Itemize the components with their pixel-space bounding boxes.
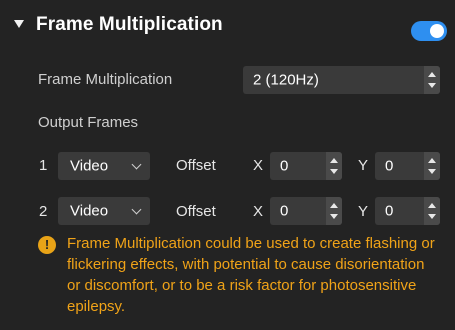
y-offset-input[interactable]: 0: [375, 152, 440, 180]
source-value: Video: [70, 157, 109, 175]
offset-label: Offset: [176, 203, 216, 220]
row-index: 2: [39, 203, 48, 220]
frame-multiplication-label: Frame Multiplication: [38, 71, 173, 88]
collapse-caret-icon[interactable]: [14, 20, 24, 28]
stepper-down-icon[interactable]: [428, 83, 436, 88]
x-offset-input[interactable]: 0: [270, 152, 342, 180]
toggle-knob: [430, 24, 444, 38]
frame-multiplication-select[interactable]: 2 (120Hz): [243, 66, 440, 94]
stepper-down-icon[interactable]: [330, 214, 338, 219]
source-dropdown[interactable]: Video: [58, 152, 150, 180]
x-offset-input[interactable]: 0: [270, 197, 342, 225]
y-offset-value: 0: [385, 202, 394, 220]
frame-multiplication-stepper[interactable]: [424, 66, 440, 94]
exclamation-icon: !: [38, 236, 56, 254]
frame-multiplication-toggle[interactable]: [411, 21, 447, 41]
output-frames-label: Output Frames: [38, 114, 139, 131]
y-offset-stepper[interactable]: [424, 152, 440, 180]
stepper-up-icon[interactable]: [428, 203, 436, 208]
frame-multiplication-value: 2 (120Hz): [253, 71, 319, 89]
section-title: Frame Multiplication: [36, 14, 223, 35]
offset-label: Offset: [176, 157, 216, 174]
x-offset-value: 0: [280, 157, 289, 175]
stepper-down-icon[interactable]: [428, 169, 436, 174]
stepper-down-icon[interactable]: [330, 169, 338, 174]
source-value: Video: [70, 202, 109, 220]
x-label: X: [253, 203, 264, 220]
y-offset-stepper[interactable]: [424, 197, 440, 225]
x-label: X: [253, 157, 264, 174]
stepper-up-icon[interactable]: [330, 203, 338, 208]
stepper-up-icon[interactable]: [428, 72, 436, 77]
row-index: 1: [39, 157, 48, 174]
stepper-up-icon[interactable]: [428, 158, 436, 163]
y-offset-input[interactable]: 0: [375, 197, 440, 225]
stepper-down-icon[interactable]: [428, 214, 436, 219]
x-offset-stepper[interactable]: [326, 152, 342, 180]
source-dropdown[interactable]: Video: [58, 197, 150, 225]
warning-text: Frame Multiplication could be used to cr…: [67, 235, 435, 315]
section-header[interactable]: Frame Multiplication: [0, 0, 455, 50]
x-offset-stepper[interactable]: [326, 197, 342, 225]
chevron-down-icon: [131, 204, 142, 215]
y-label: Y: [358, 203, 369, 220]
frame-multiplication-panel: Frame Multiplication Frame Multiplicatio…: [0, 0, 455, 330]
y-label: Y: [358, 157, 369, 174]
x-offset-value: 0: [280, 202, 289, 220]
chevron-down-icon: [131, 159, 142, 170]
stepper-up-icon[interactable]: [330, 158, 338, 163]
y-offset-value: 0: [385, 157, 394, 175]
